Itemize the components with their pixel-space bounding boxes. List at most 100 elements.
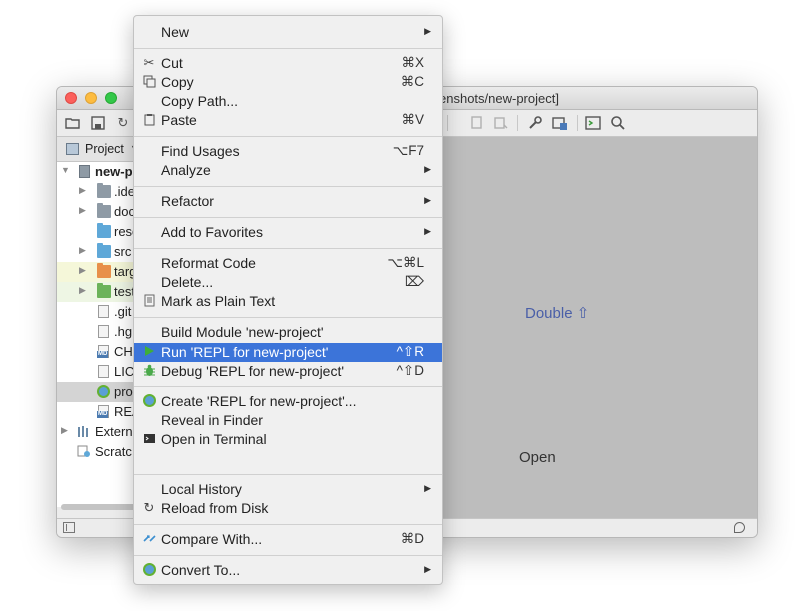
menu-item-compare-with[interactable]: Compare With... ⌘D xyxy=(134,530,442,549)
expand-right-icon[interactable]: ▶ xyxy=(79,265,86,276)
project-view-label: Project xyxy=(85,142,124,156)
menu-item-label: Reload from Disk xyxy=(161,500,269,516)
sync-icon[interactable]: ↻ xyxy=(115,115,131,131)
tree-item-project-clj[interactable]: pro xyxy=(57,382,137,402)
plain-text-file-icon xyxy=(142,294,156,308)
debug-bug-icon xyxy=(142,364,156,378)
menu-item-label: Run 'REPL for new-project' xyxy=(161,344,329,360)
toggle-tool-windows-icon[interactable] xyxy=(63,522,75,533)
menu-separator xyxy=(134,136,442,137)
file-icon xyxy=(98,325,109,338)
terminal-icon[interactable] xyxy=(585,115,601,131)
menu-separator xyxy=(134,555,442,556)
menu-item-delete[interactable]: Delete... ⌦ xyxy=(134,273,442,292)
toolbar-separator xyxy=(447,115,448,131)
tree-item-changelog[interactable]: MD CHA xyxy=(57,342,141,362)
file-icon xyxy=(98,365,109,378)
menu-item-label: Mark as Plain Text xyxy=(161,293,276,309)
vcs-update-icon[interactable] xyxy=(469,115,485,131)
menu-item-refactor[interactable]: Refactor ▶ xyxy=(134,192,442,211)
menu-item-new[interactable]: New ▶ xyxy=(134,23,442,42)
wrench-icon[interactable] xyxy=(527,115,543,131)
scratches-icon xyxy=(77,445,91,458)
menu-item-add-to-favorites[interactable]: Add to Favorites ▶ xyxy=(134,223,442,242)
clojure-convert-icon xyxy=(142,563,156,577)
tree-item-idea[interactable]: ▶ .ide xyxy=(57,182,137,202)
menu-item-create-repl[interactable]: Create 'REPL for new-project'... xyxy=(134,392,442,411)
tree-item-resources[interactable]: reso xyxy=(57,222,139,242)
tree-item-doc[interactable]: ▶ doc xyxy=(57,202,137,222)
save-icon[interactable] xyxy=(90,115,106,131)
menu-item-label: Reformat Code xyxy=(161,255,256,271)
tree-item-label: doc xyxy=(114,204,135,219)
menu-separator xyxy=(134,48,442,49)
expand-right-icon[interactable]: ▶ xyxy=(79,245,86,256)
menu-item-find-usages[interactable]: Find Usages ⌥F7 xyxy=(134,142,442,161)
tree-item-readme[interactable]: MD REA xyxy=(57,402,141,422)
menu-item-label: Paste xyxy=(161,112,197,128)
menu-item-run-repl[interactable]: Run 'REPL for new-project' ^⇧R xyxy=(134,343,442,362)
toolbar-separator xyxy=(517,115,518,131)
tree-item-src[interactable]: ▶ src xyxy=(57,242,137,262)
menu-item-copy-path[interactable]: Copy Path... xyxy=(134,92,442,111)
tree-item-label: Scratc xyxy=(95,444,132,459)
event-log-icon[interactable] xyxy=(734,522,745,533)
project-icon xyxy=(66,143,79,155)
expand-right-icon[interactable]: ▶ xyxy=(79,285,86,296)
minimize-window-button[interactable] xyxy=(85,92,97,104)
menu-item-paste[interactable]: Paste ⌘V xyxy=(134,111,442,130)
menu-item-label: Local History xyxy=(161,481,242,497)
clojure-config-icon xyxy=(142,394,156,408)
project-context-menu: New ▶ ✂ Cut ⌘X Copy ⌘C Copy Path... Past… xyxy=(133,15,443,585)
menu-item-label: Create 'REPL for new-project'... xyxy=(161,393,357,409)
menu-item-local-history[interactable]: Local History ▶ xyxy=(134,480,442,499)
tree-item-label: Extern xyxy=(95,424,133,439)
search-icon[interactable] xyxy=(610,115,626,131)
file-icon xyxy=(98,305,109,318)
open-folder-icon[interactable] xyxy=(65,115,81,131)
menu-item-copy[interactable]: Copy ⌘C xyxy=(134,73,442,92)
menu-item-debug-repl[interactable]: Debug 'REPL for new-project' ^⇧D xyxy=(134,362,442,381)
tree-item-root[interactable]: ▼ new-p xyxy=(57,162,137,182)
menu-item-label: Add to Favorites xyxy=(161,224,263,240)
menu-item-label: Reveal in Finder xyxy=(161,412,263,428)
menu-item-reformat-code[interactable]: Reformat Code ⌥⌘L xyxy=(134,254,442,273)
menu-item-convert-to[interactable]: Convert To... ▶ xyxy=(134,561,442,580)
tree-item-label: new-p xyxy=(95,164,133,179)
tree-item-target[interactable]: ▶ targ xyxy=(57,262,137,282)
menu-separator xyxy=(134,248,442,249)
expand-down-icon[interactable]: ▼ xyxy=(61,165,70,175)
menu-item-mark-plain-text[interactable]: Mark as Plain Text xyxy=(134,292,442,311)
menu-item-label: Delete... xyxy=(161,274,214,290)
project-view-selector[interactable]: Project ▼ xyxy=(57,137,139,162)
tree-item-test[interactable]: ▶ test xyxy=(57,282,137,302)
close-window-button[interactable] xyxy=(65,92,77,104)
menu-item-build-module[interactable]: Build Module 'new-project' xyxy=(134,323,442,342)
expand-right-icon[interactable]: ▶ xyxy=(61,425,68,436)
open-files-hint: Open xyxy=(519,449,556,466)
horizontal-scrollbar[interactable] xyxy=(61,504,137,510)
excluded-folder-icon xyxy=(97,263,111,278)
module-icon xyxy=(79,165,90,178)
tree-item-external-libraries[interactable]: ▶ Extern xyxy=(57,422,137,442)
vcs-commit-icon[interactable] xyxy=(493,115,509,131)
menu-item-cut[interactable]: ✂ Cut ⌘X xyxy=(134,54,442,73)
search-everywhere-hint: Double ⇧ xyxy=(525,305,590,322)
expand-right-icon[interactable]: ▶ xyxy=(79,185,86,196)
tree-item-hgignore[interactable]: .hg xyxy=(57,322,137,342)
project-structure-icon[interactable] xyxy=(552,115,568,131)
menu-item-label: Copy Path... xyxy=(161,93,239,109)
menu-separator xyxy=(134,386,442,387)
expand-right-icon[interactable]: ▶ xyxy=(79,205,86,216)
run-icon xyxy=(142,345,156,359)
tree-item-gitignore[interactable]: .git xyxy=(57,302,137,322)
zoom-window-button[interactable] xyxy=(105,92,117,104)
tree-item-license[interactable]: LIC xyxy=(57,362,137,382)
menu-item-label: Analyze xyxy=(161,162,211,178)
menu-item-reload-disk[interactable]: ↻ Reload from Disk xyxy=(134,499,442,518)
tree-item-scratches[interactable]: Scratc xyxy=(57,442,137,462)
menu-item-label: New xyxy=(161,24,190,40)
menu-item-analyze[interactable]: Analyze ▶ xyxy=(134,161,442,180)
menu-item-open-terminal[interactable]: Open in Terminal xyxy=(134,430,442,449)
menu-item-reveal-finder[interactable]: Reveal in Finder xyxy=(134,411,442,430)
